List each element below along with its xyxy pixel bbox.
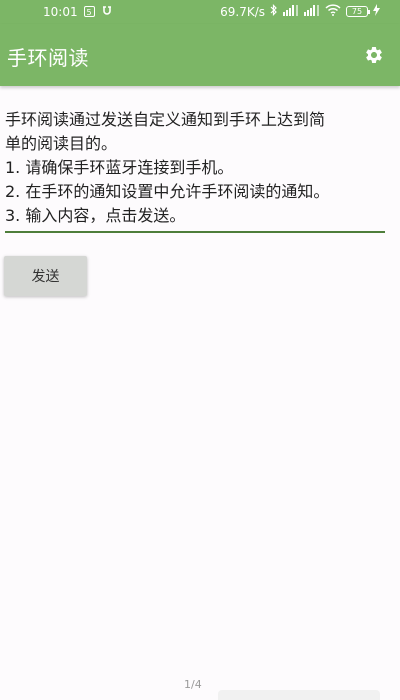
status-right: 69.7K/s 75: [220, 4, 380, 19]
intro-line: 2. 在手环的通知设置中允许手环阅读的通知。: [5, 182, 330, 201]
intro-line: 手环阅读通过发送自定义通知到手环上达到简: [5, 110, 326, 129]
status-time: 10:01: [43, 4, 78, 19]
intro-text: 手环阅读通过发送自定义通知到手环上达到简 单的阅读目的。 1. 请确保手环蓝牙连…: [5, 108, 385, 204]
battery-icon: 75: [346, 6, 370, 17]
bluetooth-icon: [270, 4, 278, 19]
app-title: 手环阅读: [7, 46, 89, 70]
intro-line: 单的阅读目的。: [5, 134, 118, 153]
charging-icon: [373, 4, 380, 19]
content-area: 手环阅读通过发送自定义通知到手环上达到简 单的阅读目的。 1. 请确保手环蓝牙连…: [5, 108, 385, 233]
intro-line: 1. 请确保手环蓝牙连接到手机。: [5, 158, 234, 177]
signal-icon: [283, 4, 299, 19]
gear-icon[interactable]: [364, 45, 384, 65]
app-bar: 手环阅读: [0, 24, 400, 86]
bottom-overlay: [218, 690, 380, 700]
notification-icon: 5: [83, 6, 95, 17]
send-button[interactable]: 发送: [4, 256, 87, 296]
sync-icon: [101, 4, 113, 19]
status-left: 10:01 5: [43, 4, 113, 19]
network-speed: 69.7K/s: [220, 4, 265, 19]
page-indicator: 1/4: [184, 678, 202, 691]
status-bar: 10:01 5 69.7K/s 75: [0, 0, 400, 24]
wifi-icon: [325, 4, 341, 19]
signal-icon: [304, 4, 320, 19]
content-input[interactable]: 3. 输入内容，点击发送。: [5, 204, 385, 233]
